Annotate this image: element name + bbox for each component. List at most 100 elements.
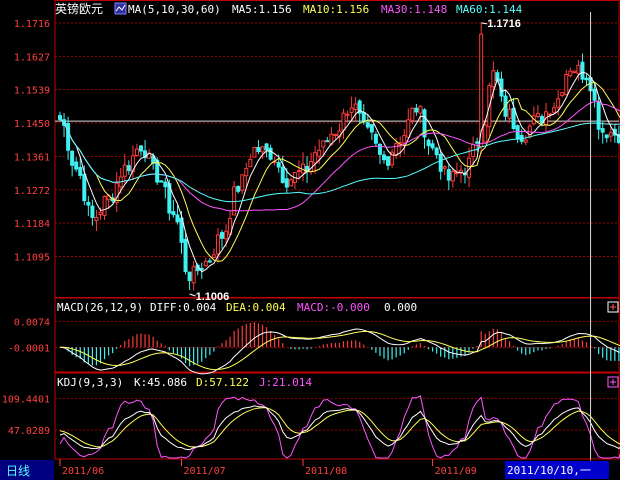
- kdj-tick-label: 47.0289: [8, 426, 50, 437]
- annotation-label: 1.1716: [487, 18, 521, 30]
- candle-body: [515, 125, 520, 140]
- date-label: 2011/09: [435, 466, 477, 477]
- macd-params: MACD(26,12,9): [57, 301, 143, 314]
- candle-body: [313, 152, 318, 164]
- kdj-lines: [59, 395, 620, 459]
- price-axis: 1.1716 1.1627 1.1539 1.1450 1.1361 1.1272 1.11…: [14, 19, 50, 264]
- candle-body: [361, 111, 366, 123]
- candle-body: [414, 107, 419, 113]
- price-tick-label: 1.1450: [14, 119, 50, 130]
- candle-body: [98, 211, 103, 216]
- period-label: 日线: [6, 464, 30, 478]
- symbol-name: 英镑欧元: [55, 1, 103, 16]
- candle-body: [321, 140, 326, 148]
- grid-lines: [55, 22, 619, 431]
- candle-body: [560, 92, 565, 96]
- candle-body: [430, 143, 435, 149]
- macd-extra: 0.000: [384, 301, 417, 314]
- candle-body: [600, 128, 605, 133]
- macd-dea: DEA:0.004: [226, 301, 286, 314]
- candle-body: [333, 133, 338, 136]
- candle-body: [252, 147, 257, 158]
- candle-body: [264, 143, 269, 151]
- candle-body: [171, 211, 176, 216]
- candle-body: [523, 139, 528, 143]
- candle-body: [568, 70, 573, 77]
- candle-body: [584, 77, 589, 81]
- kdj-k: K:45.086: [134, 376, 187, 389]
- candle-body: [240, 174, 245, 191]
- candle-body: [256, 147, 261, 153]
- macd-macd: MACD:-0.000: [297, 301, 370, 314]
- candle-body: [248, 158, 253, 168]
- candle-body: [576, 64, 581, 75]
- candle-body: [122, 164, 127, 177]
- candle-body: [556, 98, 561, 108]
- price-tick-label: 1.1716: [14, 19, 50, 30]
- candle-body: [442, 166, 447, 169]
- candle-body: [94, 216, 99, 222]
- candle-body: [199, 267, 204, 270]
- plus-icon[interactable]: [607, 376, 619, 388]
- date-label: 2011/07: [184, 466, 226, 477]
- date-label: 2011/06: [62, 466, 104, 477]
- candle-body: [608, 132, 613, 137]
- candle-body: [244, 168, 249, 177]
- candle-body: [604, 134, 609, 139]
- candle-body: [394, 143, 399, 156]
- candle-body: [345, 113, 350, 116]
- candle-body: [491, 70, 496, 88]
- candle-body: [438, 153, 443, 172]
- candle-body: [224, 230, 229, 240]
- moving-averages: [59, 71, 620, 273]
- candle-body: [215, 234, 220, 255]
- candle-body: [288, 179, 293, 187]
- kdj-params: KDJ(9,3,3): [57, 376, 123, 389]
- candle-body: [191, 266, 196, 284]
- date-label: 2011/08: [305, 466, 347, 477]
- candle-body: [66, 123, 71, 151]
- candle-body: [410, 107, 415, 122]
- candle-body: [126, 165, 131, 172]
- candle-body: [70, 150, 75, 166]
- chart-icon[interactable]: [114, 2, 127, 15]
- candle-body: [475, 141, 480, 144]
- candle-body: [134, 148, 139, 156]
- candle-body: [373, 133, 378, 144]
- candle-body: [369, 124, 374, 133]
- plus-icon[interactable]: [607, 301, 619, 313]
- kdj-d: D:57.122: [196, 376, 249, 389]
- candle-body: [211, 254, 216, 258]
- candle-body: [163, 181, 168, 188]
- candle-body: [365, 122, 370, 128]
- price-tick-label: 1.1272: [14, 186, 50, 197]
- ma30-value: MA30:1.148: [381, 3, 447, 16]
- macd-axis: 0.0074 -0.0001: [8, 317, 50, 354]
- candle-body: [386, 156, 391, 166]
- candle-body: [139, 145, 143, 152]
- macd-tick-label: 0.0074: [14, 317, 50, 328]
- price-tick-label: 1.1539: [14, 85, 50, 96]
- macd-tick-label: -0.0001: [8, 344, 50, 355]
- candle-body: [450, 170, 455, 182]
- candle-body: [353, 103, 358, 111]
- candle-body: [341, 112, 346, 131]
- ma-params: MA(5,10,30,60): [128, 3, 221, 16]
- candle-body: [296, 169, 301, 172]
- kdj-d-line: [59, 407, 620, 448]
- forex-chart: 1.1716 1.1627 1.1539 1.1450 1.1361 1.1272 1.11…: [0, 0, 620, 480]
- candle-body: [418, 105, 423, 114]
- price-tick-label: 1.1184: [14, 219, 50, 230]
- candle-body: [406, 119, 411, 138]
- ma60-value: MA60:1.144: [456, 3, 523, 16]
- ma10-line: [59, 81, 620, 262]
- macd-lines: [59, 328, 620, 375]
- candle-body: [260, 146, 265, 153]
- candle-body: [507, 108, 512, 119]
- candle-body: [236, 185, 241, 192]
- candle-body: [325, 140, 330, 143]
- kdj-j-line: [59, 395, 620, 459]
- candle-body: [564, 73, 569, 95]
- candle-body: [203, 260, 208, 267]
- candle-body: [159, 180, 164, 183]
